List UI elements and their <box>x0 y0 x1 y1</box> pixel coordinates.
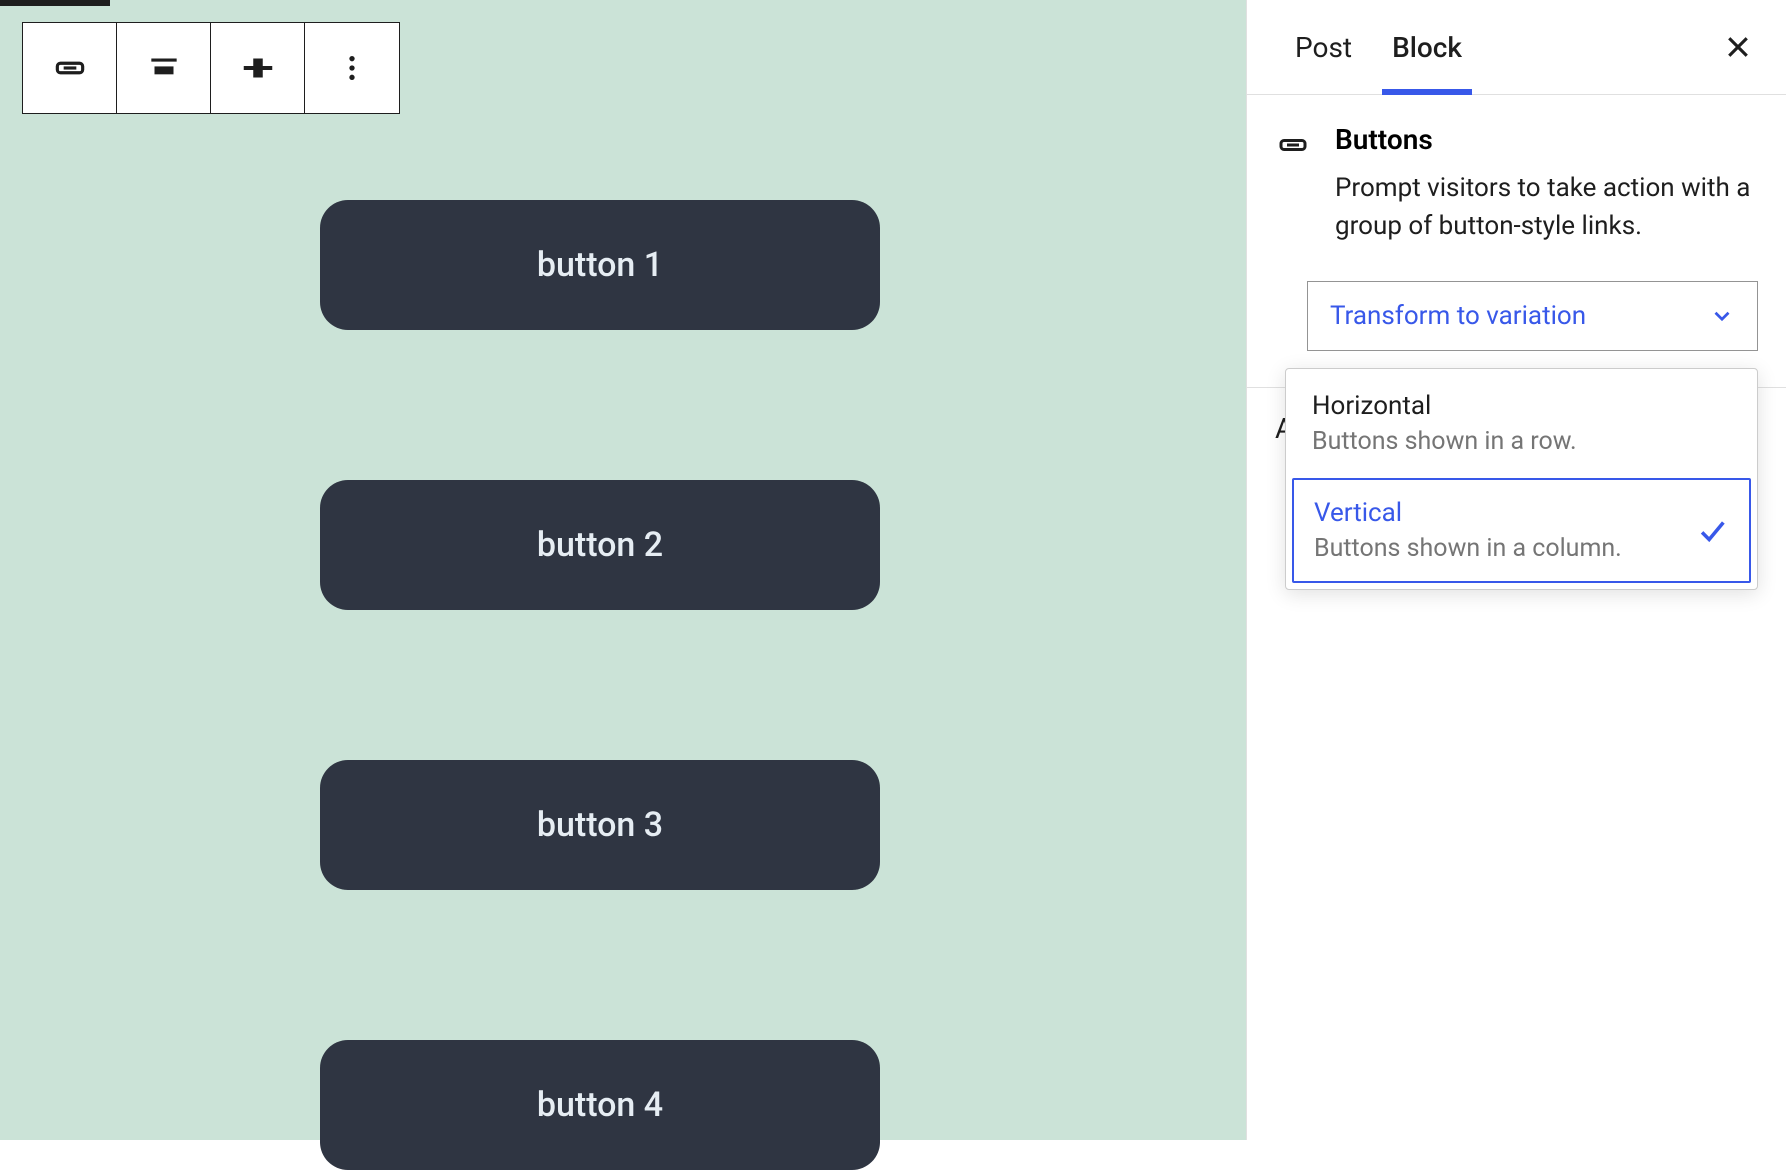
justify-center-icon <box>145 49 183 87</box>
justify-button[interactable] <box>117 23 211 113</box>
close-sidebar-button[interactable] <box>1714 23 1762 71</box>
align-button[interactable] <box>211 23 305 113</box>
variation-title: Horizontal <box>1312 391 1731 421</box>
buttons-block-icon <box>51 49 89 87</box>
variation-title: Vertical <box>1314 498 1685 528</box>
checkmark-icon <box>1695 514 1729 548</box>
block-type-icon <box>1275 127 1311 245</box>
variation-description: Buttons shown in a column. <box>1314 534 1685 563</box>
block-toolbar <box>22 22 400 114</box>
tab-post[interactable]: Post <box>1275 0 1372 94</box>
sidebar-tabs: Post Block <box>1247 0 1786 95</box>
block-info-section: Buttons Prompt visitors to take action w… <box>1247 95 1786 245</box>
block-title: Buttons <box>1335 123 1758 156</box>
top-tab-indicator <box>0 0 110 6</box>
buttons-block-icon <box>1275 127 1311 163</box>
buttons-block[interactable]: button 1 button 2 button 3 button 4 <box>320 200 880 1170</box>
block-description: Prompt visitors to take action with a gr… <box>1335 170 1758 245</box>
more-options-button[interactable] <box>305 23 399 113</box>
button-block-item[interactable]: button 4 <box>320 1040 880 1170</box>
chevron-down-icon <box>1709 303 1735 329</box>
tab-block[interactable]: Block <box>1372 0 1482 94</box>
transform-label: Transform to variation <box>1330 301 1586 331</box>
variation-option-horizontal[interactable]: Horizontal Buttons shown in a row. <box>1286 369 1757 478</box>
button-block-item[interactable]: button 3 <box>320 760 880 890</box>
button-block-item[interactable]: button 2 <box>320 480 880 610</box>
block-type-button[interactable] <box>23 23 117 113</box>
variation-option-vertical[interactable]: Vertical Buttons shown in a column. <box>1292 478 1751 583</box>
editor-canvas[interactable]: button 1 button 2 button 3 button 4 <box>0 0 1246 1140</box>
close-icon <box>1723 32 1753 62</box>
variation-description: Buttons shown in a row. <box>1312 427 1731 456</box>
button-block-item[interactable]: button 1 <box>320 200 880 330</box>
settings-sidebar: Post Block Buttons Prompt visitors to ta… <box>1246 0 1786 1140</box>
variation-popover: Horizontal Buttons shown in a row. Verti… <box>1285 368 1758 590</box>
transform-variation-select[interactable]: Transform to variation <box>1307 281 1758 351</box>
more-vertical-icon <box>336 52 368 84</box>
align-middle-icon <box>239 49 277 87</box>
